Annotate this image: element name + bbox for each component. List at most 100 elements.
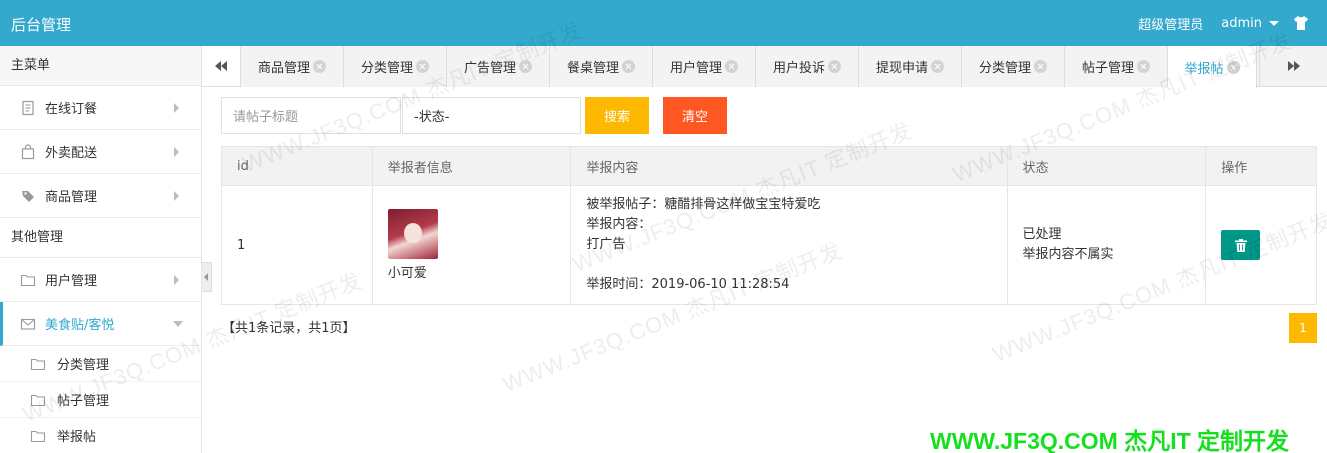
column-header: 状态 <box>1008 147 1207 185</box>
search-button[interactable]: 搜索 <box>585 97 649 134</box>
reporter-cell: 小可爱 <box>373 186 572 304</box>
close-icon[interactable] <box>416 60 429 73</box>
column-header: id <box>222 147 373 185</box>
close-icon[interactable] <box>931 60 944 73</box>
tab-label: 提现申请 <box>875 61 928 76</box>
chevron-right-icon <box>174 147 179 157</box>
bag-icon <box>21 143 35 159</box>
tabs: 商品管理 分类管理 广告管理 餐桌管理 用户管理 用户投诉 提现申请 分类管理 … <box>241 46 1257 88</box>
sidebar-item-delivery[interactable]: 外卖配送 <box>0 130 201 174</box>
table-header: id 举报者信息 举报内容 状态 操作 <box>222 147 1316 186</box>
folder-icon <box>30 358 46 370</box>
top-right: 超级管理员 admin <box>1138 0 1327 46</box>
status-select[interactable]: -状态- <box>402 97 581 134</box>
shirt-icon[interactable] <box>1293 15 1309 31</box>
tab-scroll-right-button[interactable] <box>1259 46 1327 86</box>
sidebar-subitem-label: 举报帖 <box>57 430 97 445</box>
tab-reports[interactable]: 举报帖 <box>1168 46 1257 88</box>
chevron-right-icon <box>174 191 179 201</box>
caret-down-icon <box>1269 20 1279 26</box>
tag-icon <box>22 190 34 202</box>
tab-posts[interactable]: 帖子管理 <box>1065 46 1168 87</box>
sidebar-subitem-posts[interactable]: 帖子管理 <box>0 382 201 418</box>
reported-post: 被举报帖子：糖醋排骨这样做宝宝特爱吃 <box>586 197 821 212</box>
close-icon[interactable] <box>828 60 841 73</box>
top-bar: 后台管理 超级管理员 admin <box>0 0 1327 46</box>
post-title-search-input[interactable]: 请帖子标题 <box>221 97 401 134</box>
tab-categories-2[interactable]: 分类管理 <box>962 46 1065 87</box>
tab-withdrawals[interactable]: 提现申请 <box>859 46 962 87</box>
sidebar-subitem-label: 帖子管理 <box>57 394 110 409</box>
tab-complaints[interactable]: 用户投诉 <box>756 46 859 87</box>
chevron-right-icon <box>174 103 179 113</box>
close-icon[interactable] <box>1137 60 1150 73</box>
tab-ads[interactable]: 广告管理 <box>447 46 550 87</box>
sidebar-collapse-handle[interactable] <box>202 262 212 292</box>
folder-icon <box>30 430 46 442</box>
chevron-down-icon <box>173 321 183 327</box>
delete-button[interactable] <box>1221 230 1261 260</box>
close-icon[interactable] <box>313 60 326 73</box>
sidebar-item-label: 在线订餐 <box>45 102 98 117</box>
status-note: 举报内容不属实 <box>1022 247 1114 262</box>
app-title: 后台管理 <box>11 16 72 34</box>
column-header: 举报内容 <box>571 147 1008 185</box>
tab-label: 帖子管理 <box>1081 61 1134 76</box>
document-icon <box>22 100 34 115</box>
tab-label: 分类管理 <box>360 61 413 76</box>
tab-scroll-left-button[interactable] <box>202 46 241 86</box>
close-icon[interactable] <box>1034 60 1047 73</box>
close-icon[interactable] <box>622 60 635 73</box>
close-icon[interactable] <box>1226 60 1240 74</box>
sidebar-item-online-order[interactable]: 在线订餐 <box>0 86 201 130</box>
report-content-cell: 被举报帖子：糖醋排骨这样做宝宝特爱吃 举报内容： 打广告 举报时间：2019-0… <box>571 186 1008 304</box>
record-summary: 【共1条记录，共1页】 <box>222 321 356 336</box>
role-label: 超级管理员 <box>1138 17 1204 33</box>
username: admin <box>1221 15 1262 31</box>
column-header: 举报者信息 <box>373 147 572 185</box>
folder-icon <box>20 274 36 286</box>
tab-label: 商品管理 <box>257 61 310 76</box>
sidebar-subitem-label: 分类管理 <box>57 358 110 373</box>
close-icon[interactable] <box>725 60 738 73</box>
tab-label: 用户投诉 <box>772 61 825 76</box>
sidebar-item-label: 商品管理 <box>45 190 98 205</box>
clear-button[interactable]: 清空 <box>663 97 727 134</box>
status-text: 已处理 <box>1022 227 1062 242</box>
tab-products[interactable]: 商品管理 <box>241 46 344 87</box>
search-placeholder: 请帖子标题 <box>233 110 299 125</box>
status-cell: 已处理 举报内容不属实 <box>1008 186 1207 304</box>
sidebar-item-food-posts[interactable]: 美食贴/客悦 <box>0 302 201 346</box>
double-chevron-left-icon <box>215 61 227 71</box>
sidebar-item-label: 用户管理 <box>45 274 98 289</box>
sidebar: 主菜单 在线订餐 外卖配送 商品管理 其他管理 用户管理 美食贴/客悦 分类管理… <box>0 46 202 453</box>
avatar <box>387 209 438 259</box>
sidebar-item-users[interactable]: 用户管理 <box>0 258 201 302</box>
sidebar-item-products[interactable]: 商品管理 <box>0 174 201 218</box>
tab-label: 举报帖 <box>1184 61 1224 77</box>
other-menu-header: 其他管理 <box>0 218 201 258</box>
close-icon[interactable] <box>519 60 532 73</box>
double-chevron-right-icon <box>1287 61 1300 71</box>
report-content-label: 举报内容： <box>586 217 652 232</box>
sidebar-item-label: 外卖配送 <box>45 146 98 161</box>
brand-watermark: WWW.JF3Q.COM 杰凡IT 定制开发 <box>930 428 1290 453</box>
report-time: 举报时间：2019-06-10 11:28:54 <box>586 277 790 292</box>
sidebar-subitem-reports[interactable]: 举报帖 <box>0 418 201 453</box>
tab-bar: 商品管理 分类管理 广告管理 餐桌管理 用户管理 用户投诉 提现申请 分类管理 … <box>202 46 1327 88</box>
report-content-text: 打广告 <box>586 237 626 252</box>
tab-categories[interactable]: 分类管理 <box>344 46 447 87</box>
mail-icon <box>20 318 36 330</box>
user-menu[interactable]: admin <box>1221 16 1279 31</box>
sidebar-subitem-categories[interactable]: 分类管理 <box>0 346 201 382</box>
tab-tables[interactable]: 餐桌管理 <box>550 46 653 87</box>
table-row: 1 小可爱 被举报帖子：糖醋排骨这样做宝宝特爱吃 举报内容： 打广告 举报时间：… <box>222 186 1316 304</box>
reports-table: id 举报者信息 举报内容 状态 操作 1 小可爱 被举报帖子：糖醋排骨这样做宝… <box>221 146 1317 305</box>
main-menu-header: 主菜单 <box>0 46 201 86</box>
page-1-button[interactable]: 1 <box>1289 313 1317 343</box>
column-header: 操作 <box>1221 160 1248 176</box>
row-id: 1 <box>222 186 373 304</box>
tab-users[interactable]: 用户管理 <box>653 46 756 87</box>
tab-label: 用户管理 <box>669 61 722 76</box>
trash-icon <box>1234 238 1247 252</box>
